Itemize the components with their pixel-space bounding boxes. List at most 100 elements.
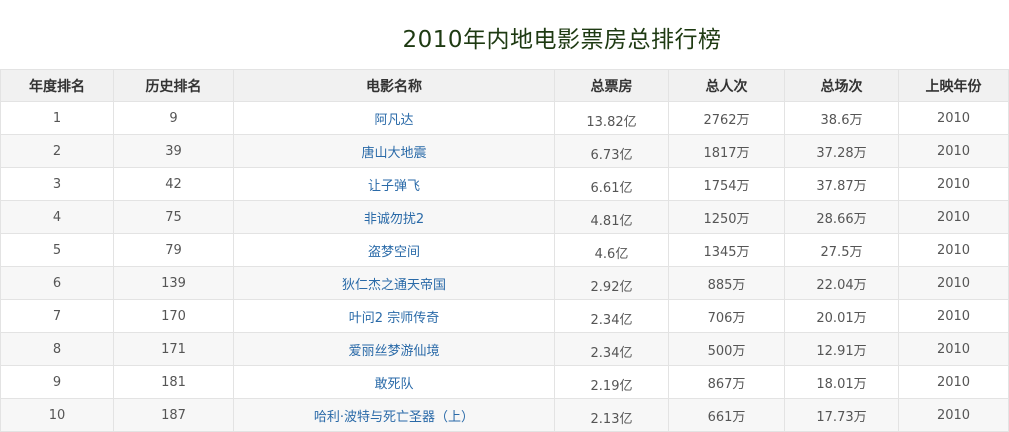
movie-link[interactable]: 阿凡达: [374, 113, 413, 128]
movie-link[interactable]: 唐山大地震: [361, 146, 426, 161]
screenings-cell: 20.01万: [784, 299, 899, 333]
year-rank-cell: 9: [0, 365, 114, 399]
admissions-cell: 500万: [668, 332, 785, 366]
admissions-cell: 706万: [668, 299, 785, 333]
release-year-cell: 2010: [898, 332, 1009, 366]
movie-name-cell: 叶问2 宗师传奇: [233, 299, 555, 333]
history-rank-cell: 9: [113, 101, 234, 135]
table-row: 4 75 非诚勿扰2 4.81亿 1250万 28.66万 2010: [0, 200, 1009, 234]
year-rank-cell: 6: [0, 266, 114, 300]
table-header-row: 年度排名 历史排名 电影名称 总票房 总人次 总场次 上映年份: [0, 69, 1009, 102]
movie-link[interactable]: 哈利·波特与死亡圣器（上）: [314, 410, 474, 425]
movie-name-cell: 狄仁杰之通天帝国: [233, 266, 555, 300]
box-office-value: 2.34亿: [590, 345, 633, 361]
screenings-cell: 12.91万: [784, 332, 899, 366]
box-office-cell: 2.13亿: [554, 398, 669, 432]
title-bar: 2010年内地电影票房总排行榜: [0, 0, 1009, 68]
movie-name-cell: 敢死队: [233, 365, 555, 399]
year-rank-cell: 8: [0, 332, 114, 366]
box-office-cell: 6.73亿: [554, 134, 669, 168]
admissions-cell: 1754万: [668, 167, 785, 201]
year-rank-cell: 10: [0, 398, 114, 432]
year-rank-cell: 2: [0, 134, 114, 168]
history-rank-cell: 39: [113, 134, 234, 168]
movie-link[interactable]: 爱丽丝梦游仙境: [348, 344, 439, 359]
history-rank-cell: 187: [113, 398, 234, 432]
movie-name-cell: 唐山大地震: [233, 134, 555, 168]
box-office-value: 13.82亿: [586, 114, 637, 130]
history-rank-cell: 171: [113, 332, 234, 366]
movie-link[interactable]: 敢死队: [374, 377, 413, 392]
box-office-cell: 2.19亿: [554, 365, 669, 399]
release-year-cell: 2010: [898, 299, 1009, 333]
table-row: 6 139 狄仁杰之通天帝国 2.92亿 885万 22.04万 2010: [0, 266, 1009, 300]
box-office-cell: 13.82亿: [554, 101, 669, 135]
year-rank-cell: 3: [0, 167, 114, 201]
admissions-cell: 885万: [668, 266, 785, 300]
column-header-release-year: 上映年份: [898, 69, 1009, 102]
box-office-cell: 6.61亿: [554, 167, 669, 201]
table-body: 1 9 阿凡达 13.82亿 2762万 38.6万 2010 2 39 唐山大…: [0, 101, 1009, 432]
box-office-table: 年度排名 历史排名 电影名称 总票房 总人次 总场次 上映年份 1 9 阿凡达 …: [0, 69, 1009, 432]
box-office-cell: 2.34亿: [554, 299, 669, 333]
movie-link[interactable]: 让子弹飞: [368, 179, 420, 194]
year-rank-cell: 5: [0, 233, 114, 267]
column-header-box-office: 总票房: [554, 69, 669, 102]
movie-name-cell: 爱丽丝梦游仙境: [233, 332, 555, 366]
column-header-year-rank: 年度排名: [0, 69, 114, 102]
table-row: 7 170 叶问2 宗师传奇 2.34亿 706万 20.01万 2010: [0, 299, 1009, 333]
box-office-cell: 4.6亿: [554, 233, 669, 267]
box-office-value: 4.81亿: [590, 213, 633, 229]
column-header-movie-name: 电影名称: [233, 69, 555, 102]
screenings-cell: 18.01万: [784, 365, 899, 399]
movie-name-cell: 非诚勿扰2: [233, 200, 555, 234]
release-year-cell: 2010: [898, 167, 1009, 201]
history-rank-cell: 79: [113, 233, 234, 267]
history-rank-cell: 170: [113, 299, 234, 333]
screenings-cell: 37.87万: [784, 167, 899, 201]
movie-link[interactable]: 叶问2 宗师传奇: [349, 311, 439, 326]
history-rank-cell: 139: [113, 266, 234, 300]
release-year-cell: 2010: [898, 200, 1009, 234]
box-office-cell: 4.81亿: [554, 200, 669, 234]
movie-name-cell: 哈利·波特与死亡圣器（上）: [233, 398, 555, 432]
table-row: 3 42 让子弹飞 6.61亿 1754万 37.87万 2010: [0, 167, 1009, 201]
history-rank-cell: 42: [113, 167, 234, 201]
movie-link[interactable]: 非诚勿扰2: [364, 212, 424, 227]
table-row: 2 39 唐山大地震 6.73亿 1817万 37.28万 2010: [0, 134, 1009, 168]
admissions-cell: 1250万: [668, 200, 785, 234]
admissions-cell: 661万: [668, 398, 785, 432]
screenings-cell: 38.6万: [784, 101, 899, 135]
table-row: 9 181 敢死队 2.19亿 867万 18.01万 2010: [0, 365, 1009, 399]
page: 2010年内地电影票房总排行榜 年度排名 历史排名 电影名称 总票房 总人次 总…: [0, 0, 1009, 432]
movie-name-cell: 盗梦空间: [233, 233, 555, 267]
year-rank-cell: 7: [0, 299, 114, 333]
box-office-value: 6.61亿: [590, 180, 633, 196]
screenings-cell: 22.04万: [784, 266, 899, 300]
screenings-cell: 37.28万: [784, 134, 899, 168]
column-header-screenings: 总场次: [784, 69, 899, 102]
box-office-cell: 2.34亿: [554, 332, 669, 366]
admissions-cell: 1817万: [668, 134, 785, 168]
release-year-cell: 2010: [898, 266, 1009, 300]
box-office-value: 2.92亿: [590, 279, 633, 295]
table-row: 1 9 阿凡达 13.82亿 2762万 38.6万 2010: [0, 101, 1009, 135]
movie-link[interactable]: 狄仁杰之通天帝国: [342, 278, 446, 293]
movie-name-cell: 让子弹飞: [233, 167, 555, 201]
movie-link[interactable]: 盗梦空间: [368, 245, 420, 260]
screenings-cell: 27.5万: [784, 233, 899, 267]
release-year-cell: 2010: [898, 365, 1009, 399]
box-office-value: 6.73亿: [590, 147, 633, 163]
page-title: 2010年内地电影票房总排行榜: [402, 27, 722, 53]
history-rank-cell: 75: [113, 200, 234, 234]
box-office-value: 2.19亿: [590, 378, 633, 394]
release-year-cell: 2010: [898, 233, 1009, 267]
admissions-cell: 867万: [668, 365, 785, 399]
column-header-admissions: 总人次: [668, 69, 785, 102]
box-office-value: 2.34亿: [590, 312, 633, 328]
movie-name-cell: 阿凡达: [233, 101, 555, 135]
table-row: 10 187 哈利·波特与死亡圣器（上） 2.13亿 661万 17.73万 2…: [0, 398, 1009, 432]
table-row: 8 171 爱丽丝梦游仙境 2.34亿 500万 12.91万 2010: [0, 332, 1009, 366]
box-office-value: 2.13亿: [590, 411, 633, 427]
year-rank-cell: 4: [0, 200, 114, 234]
